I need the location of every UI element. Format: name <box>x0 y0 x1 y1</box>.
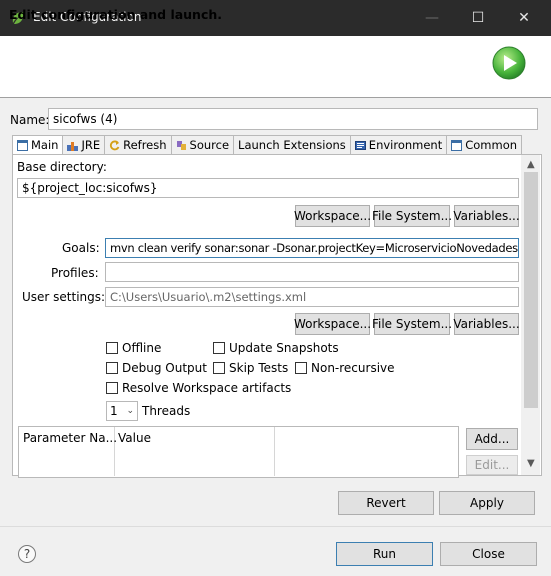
offline-checkbox[interactable] <box>106 342 118 354</box>
tab-common-label: Common <box>465 138 518 152</box>
footer-separator <box>0 526 551 527</box>
goals-label: Goals: <box>62 241 100 255</box>
tab-bar: Main JRE Refresh Source Launch Extension… <box>12 135 523 155</box>
tab-refresh[interactable]: Refresh <box>105 135 172 155</box>
tab-jre-label: JRE <box>81 138 101 152</box>
tab-environment[interactable]: Environment <box>350 135 448 155</box>
profiles-label: Profiles: <box>51 266 99 280</box>
close-window-button[interactable]: ✕ <box>501 0 547 36</box>
non-recursive-label: Non-recursive <box>311 361 395 375</box>
settings-variables-button[interactable]: Variables... <box>453 313 520 335</box>
maximize-button[interactable]: ☐ <box>455 0 501 36</box>
common-icon <box>451 139 463 151</box>
skip-tests-checkbox[interactable] <box>213 362 225 374</box>
debug-output-label: Debug Output <box>122 361 207 375</box>
jre-icon <box>67 141 79 151</box>
run-button[interactable]: Run <box>336 542 433 566</box>
variables-button[interactable]: Variables... <box>453 205 520 227</box>
minimize-button[interactable]: — <box>409 0 455 36</box>
tab-main[interactable]: Main <box>12 135 64 155</box>
tab-source[interactable]: Source <box>171 135 235 155</box>
scroll-down-icon[interactable]: ▼ <box>527 458 535 469</box>
edit-parameter-button[interactable]: Edit... <box>466 455 518 475</box>
tab-launch-extensions[interactable]: Launch Extensions <box>234 135 351 155</box>
column-header-parameter-name[interactable]: Parameter Na... <box>23 431 117 445</box>
settings-workspace-button[interactable]: Workspace... <box>294 313 371 335</box>
dialog-header <box>0 36 551 98</box>
update-snapshots-label: Update Snapshots <box>229 341 339 355</box>
file-system-button[interactable]: File System... <box>372 205 452 227</box>
skip-tests-label: Skip Tests <box>229 361 289 375</box>
tab-refresh-label: Refresh <box>123 138 167 152</box>
column-divider <box>274 427 275 476</box>
add-parameter-button[interactable]: Add... <box>466 428 518 450</box>
chevron-down-icon: ⌄ <box>126 406 134 416</box>
non-recursive-checkbox[interactable] <box>295 362 307 374</box>
source-icon <box>176 140 186 150</box>
workspace-button[interactable]: Workspace... <box>294 205 371 227</box>
tab-common[interactable]: Common <box>447 135 523 155</box>
threads-label: Threads <box>142 404 191 418</box>
settings-file-system-button[interactable]: File System... <box>372 313 452 335</box>
revert-button[interactable]: Revert <box>338 491 434 515</box>
environment-icon <box>354 140 366 150</box>
profiles-input[interactable] <box>105 262 519 282</box>
user-settings-label: User settings: <box>22 290 106 304</box>
user-settings-input[interactable]: C:\Users\Usuario\.m2\settings.xml <box>105 287 519 307</box>
close-button[interactable]: Close <box>440 542 537 566</box>
resolve-workspace-checkbox[interactable] <box>106 382 118 394</box>
tab-environment-label: Environment <box>368 138 443 152</box>
apply-button[interactable]: Apply <box>439 491 535 515</box>
main-tab-icon <box>17 139 28 151</box>
refresh-icon <box>110 140 120 150</box>
base-directory-label: Base directory: <box>17 160 107 174</box>
tab-launch-extensions-label: Launch Extensions <box>238 138 346 152</box>
column-header-value[interactable]: Value <box>118 431 151 445</box>
base-directory-input[interactable]: ${project_loc:sicofws} <box>17 178 519 198</box>
goals-input[interactable]: mvn clean verify sonar:sonar -Dsonar.pro… <box>105 238 519 258</box>
scrollbar-thumb[interactable] <box>524 172 538 408</box>
help-icon[interactable]: ? <box>18 545 36 563</box>
threads-select[interactable]: 1 ⌄ <box>106 401 138 421</box>
threads-value: 1 <box>110 404 118 418</box>
offline-label: Offline <box>122 341 162 355</box>
name-label: Name: <box>10 113 50 127</box>
configuration-name-input[interactable]: sicofws (4) <box>48 108 538 130</box>
resolve-workspace-label: Resolve Workspace artifacts <box>122 381 292 395</box>
tab-main-label: Main <box>31 138 59 152</box>
tab-source-label: Source <box>189 138 230 152</box>
run-launch-icon <box>492 46 526 80</box>
header-title: Edit configuration and launch. <box>9 7 223 22</box>
update-snapshots-checkbox[interactable] <box>213 342 225 354</box>
tab-jre[interactable]: JRE <box>63 135 106 155</box>
debug-output-checkbox[interactable] <box>106 362 118 374</box>
scroll-up-icon[interactable]: ▲ <box>527 159 535 170</box>
